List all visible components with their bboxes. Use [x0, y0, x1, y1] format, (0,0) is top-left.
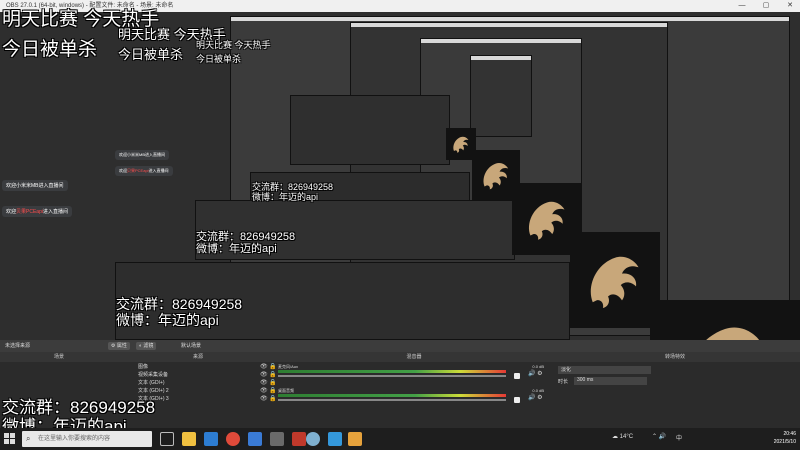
dragon-icon: [453, 136, 469, 153]
weibo-small: 微博：年迈的api: [252, 192, 319, 202]
mixer-channel-desktop: 桌面音频 0.0 dB 🔊 ⚙: [278, 388, 548, 403]
search-icon: ⌕: [26, 434, 31, 443]
maximize-button[interactable]: ▢: [760, 0, 772, 12]
chat-message-echo: 欢迎贝果PCEapi进入直播间: [115, 166, 173, 176]
weibo-medium: 微博：年迈的api: [196, 243, 277, 255]
mixer-channel-label: 麦克风/Aux: [278, 364, 299, 369]
overlay-title-2-echo: 今日被单杀: [118, 47, 184, 62]
dragon-icon: [528, 201, 565, 240]
taskbar-search[interactable]: ⌕ 在这里输入你要搜索的内容: [22, 431, 152, 447]
mixer-db: 0.0 dB: [532, 388, 544, 393]
preview-frame-4: [470, 55, 532, 137]
filters-button[interactable]: ◐ 滤镜: [136, 342, 157, 350]
close-button[interactable]: ✕: [784, 0, 796, 12]
dragon-icon: [590, 256, 639, 308]
volume-knob[interactable]: [514, 373, 520, 379]
input-method[interactable]: 中: [676, 433, 682, 442]
file-explorer-icon[interactable]: [182, 432, 196, 446]
volume-meter: [278, 370, 506, 373]
app-icon[interactable]: [348, 432, 362, 446]
volume-meter: [278, 394, 506, 397]
source-item[interactable]: 图像 👁 🔒: [138, 364, 277, 371]
chat-message: 欢迎贝果PCEapi进入直播间: [2, 206, 72, 217]
app-icon[interactable]: [248, 432, 262, 446]
dragon-logo-3: [512, 183, 582, 255]
source-item[interactable]: 文本 (GDI+) 👁 🔒: [138, 380, 277, 387]
windows-taskbar: ⌕ 在这里输入你要搜索的内容 ☁ 14°C ⌃ 🔊 中 20:46 2021/5…: [0, 428, 800, 450]
duration-label: 时长: [558, 379, 569, 385]
task-view-icon[interactable]: [160, 432, 174, 446]
app-icon[interactable]: [328, 432, 342, 446]
volume-slider[interactable]: [278, 375, 506, 377]
dragon-icon: [483, 163, 509, 190]
transitions-header: 转场特效: [550, 352, 800, 362]
overlay-title-2: 今日被单杀: [2, 39, 98, 60]
volume-knob[interactable]: [514, 397, 520, 403]
store-icon[interactable]: [204, 432, 218, 446]
sources-header: 来源: [118, 352, 279, 362]
scene-name-label: 默认场景: [181, 343, 202, 349]
app-icon[interactable]: [292, 432, 306, 446]
obs-icon[interactable]: [306, 432, 320, 446]
tray-icons[interactable]: ⌃ 🔊: [652, 433, 666, 440]
transition-select[interactable]: 淡化: [558, 366, 651, 374]
dragon-logo-5: [446, 128, 476, 160]
minimize-button[interactable]: —: [736, 0, 748, 12]
mixer-channel-label: 桌面音频: [278, 388, 294, 393]
chat-message-echo: 欢迎小米米MB进入直播间: [115, 150, 169, 160]
mixer-db: 0.0 dB: [532, 364, 544, 369]
chat-message: 欢迎小米米MB进入直播间: [2, 180, 68, 191]
mixer-header: 混音器: [278, 352, 551, 362]
weather-indicator[interactable]: ☁ 14°C: [612, 433, 633, 440]
properties-button[interactable]: ⚙ 属性: [108, 342, 130, 350]
scenes-header: 场景: [0, 352, 119, 362]
overlay-title-2-echo-2: 今日被单杀: [196, 54, 242, 64]
speaker-icon[interactable]: 🔊 ⚙: [528, 370, 543, 377]
speaker-icon[interactable]: 🔊 ⚙: [528, 394, 543, 401]
dragon-logo-2: [570, 232, 660, 328]
chrome-icon[interactable]: [226, 432, 240, 446]
windows-start-icon[interactable]: [4, 433, 16, 445]
overlay-title-1-echo-2: 明天比赛 今天热手: [196, 40, 271, 50]
taskbar-clock[interactable]: 20:46 2021/5/10: [774, 430, 796, 446]
volume-slider[interactable]: [278, 399, 506, 401]
preview-frame-5: [290, 95, 450, 165]
no-source-label: 未选择来源: [5, 343, 31, 349]
app-icon[interactable]: [270, 432, 284, 446]
mixer-channel-mic: 麦克风/Aux 0.0 dB 🔊 ⚙: [278, 364, 548, 379]
source-item[interactable]: 视频采集设备 👁 🔒: [138, 372, 277, 379]
duration-input[interactable]: 300 ms: [574, 377, 647, 385]
weibo-large: 微博：年迈的api: [116, 312, 219, 328]
dragon-logo-4: [472, 150, 520, 200]
obs-toolbar: 未选择来源 ⚙ 属性 ◐ 滤镜 默认场景: [0, 340, 800, 352]
